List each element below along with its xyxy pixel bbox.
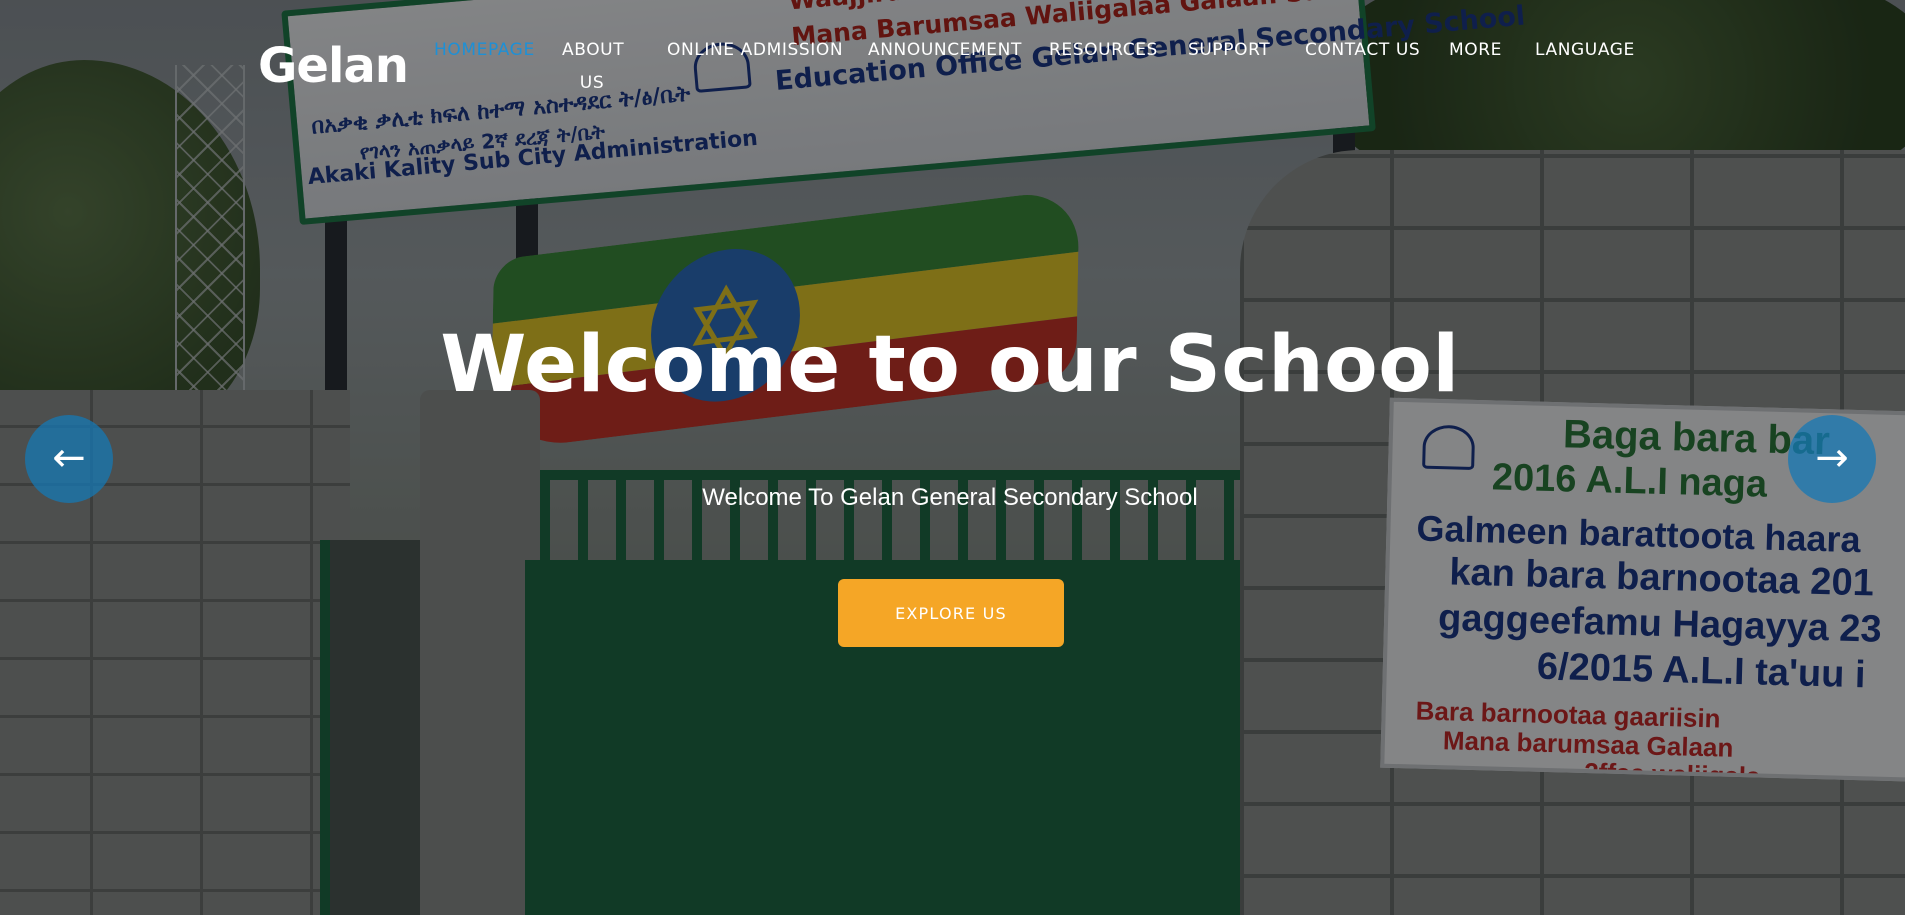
- hero-slider: Waajjira Barnoota Kutaa Magaalaa Aqaaqii…: [0, 0, 1905, 915]
- nav-item-announcement[interactable]: ANNOUNCEMENT: [868, 34, 1022, 67]
- nav-item-online-admission[interactable]: ONLINE ADMISSION: [667, 34, 843, 67]
- arrow-left-icon[interactable]: ←: [25, 415, 113, 503]
- hero-title: Welcome to our School: [440, 320, 1460, 410]
- nav-item-contact-us[interactable]: CONTACT US: [1305, 34, 1420, 67]
- dark-overlay: [0, 0, 1905, 915]
- hero-subtitle: Welcome To Gelan General Secondary Schoo…: [702, 484, 1198, 511]
- nav-item-homepage[interactable]: HOMEPAGE: [434, 34, 535, 67]
- nav-item-language[interactable]: LANGUAGE: [1535, 34, 1635, 67]
- nav-item-more[interactable]: MORE: [1449, 34, 1502, 67]
- nav-item-about-us[interactable]: ABOUT US: [562, 34, 624, 100]
- site-logo[interactable]: Gelan: [258, 38, 409, 94]
- nav-item-support[interactable]: SUPPORT: [1188, 34, 1270, 67]
- explore-us-button[interactable]: EXPLORE US: [838, 579, 1064, 647]
- arrow-right-icon[interactable]: →: [1788, 415, 1876, 503]
- nav-item-resources[interactable]: RESOURCES: [1049, 34, 1158, 67]
